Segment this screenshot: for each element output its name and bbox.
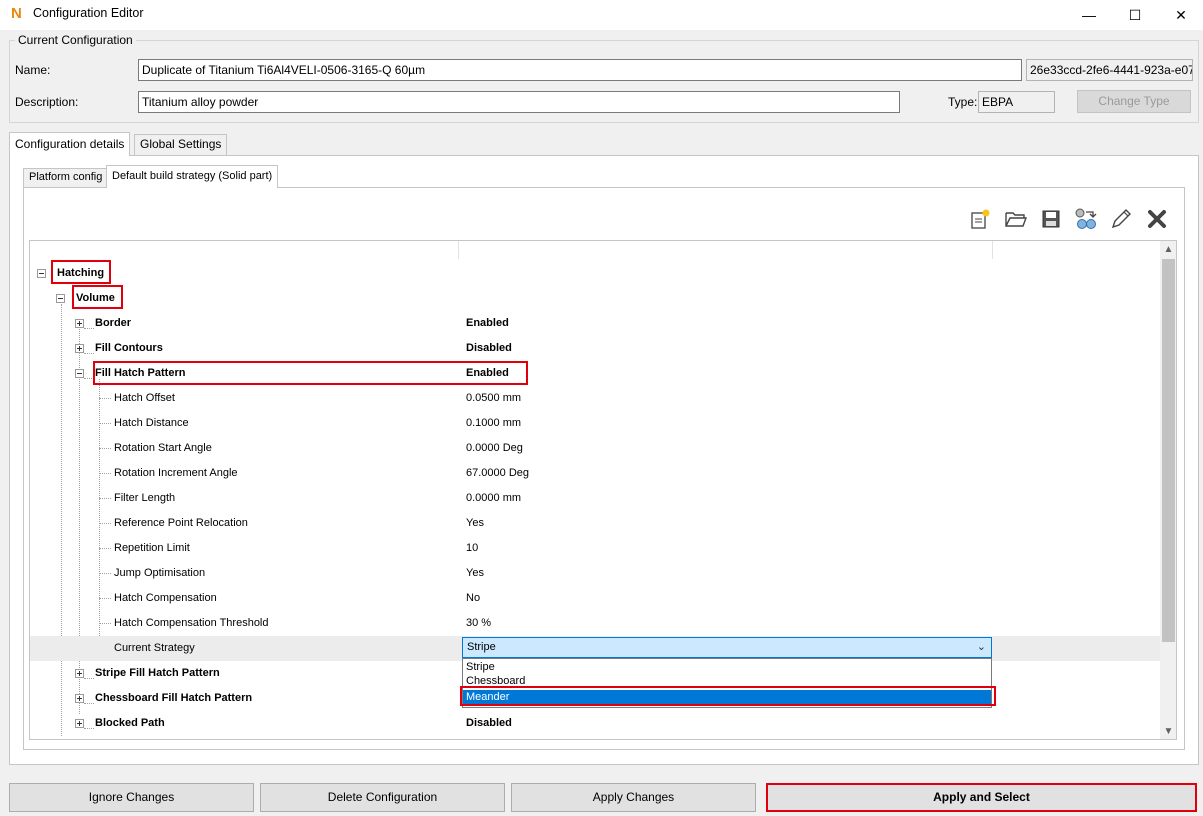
column-divider: [458, 241, 459, 259]
apply-changes-button[interactable]: Apply Changes: [511, 783, 756, 812]
highlight-box: [93, 361, 528, 385]
minimize-button[interactable]: —: [1066, 0, 1112, 30]
collapse-icon[interactable]: [37, 269, 46, 278]
tree-row-hatch-distance[interactable]: Hatch Distance 0.1000 mm: [30, 411, 1160, 436]
type-field: EBPA: [978, 91, 1055, 113]
scroll-down-icon[interactable]: ▼: [1160, 723, 1176, 739]
scroll-thumb[interactable]: [1162, 259, 1175, 642]
tree-row-hatching[interactable]: Hatching: [30, 261, 1160, 286]
tree-label: Reference Point Relocation: [114, 517, 248, 529]
tree-label: Rotation Increment Angle: [114, 467, 238, 479]
scroll-up-icon[interactable]: ▲: [1160, 241, 1176, 258]
tree-label: Jump Optimisation: [114, 567, 206, 579]
tree-value: Yes: [466, 567, 484, 579]
open-folder-icon[interactable]: [1003, 206, 1029, 232]
column-divider: [992, 241, 993, 259]
highlight-box: [72, 285, 123, 309]
highlight-box: [460, 686, 996, 706]
tree-value: 67.0000 Deg: [466, 467, 529, 479]
tree-label: Rotation Start Angle: [114, 442, 212, 454]
name-label: Name:: [15, 63, 51, 77]
ignore-changes-button[interactable]: Ignore Changes: [9, 783, 254, 812]
edit-pencil-icon[interactable]: [1108, 206, 1134, 232]
tree-row-filter-length[interactable]: Filter Length 0.0000 mm: [30, 486, 1160, 511]
tree-row-volume[interactable]: Volume: [30, 286, 1160, 311]
apply-and-select-button[interactable]: Apply and Select: [766, 783, 1197, 812]
tree-label: Hatch Compensation: [114, 592, 217, 604]
tree-value: Enabled: [466, 317, 509, 329]
change-type-button[interactable]: Change Type: [1077, 90, 1191, 113]
tree-row-repetition-limit[interactable]: Repetition Limit 10: [30, 536, 1160, 561]
delete-configuration-button[interactable]: Delete Configuration: [260, 783, 505, 812]
tree-value: 10: [466, 542, 479, 554]
tab-global-settings[interactable]: Global Settings: [134, 134, 228, 155]
property-tree[interactable]: Hatching Volume Border Enabled Fill Cont…: [29, 240, 1177, 740]
tree-value: Yes: [466, 517, 484, 529]
tree-row-hatch-compensation[interactable]: Hatch Compensation No: [30, 586, 1160, 611]
guid-field[interactable]: 26e33ccd-2fe6-4441-923a-e07c: [1026, 59, 1193, 81]
chevron-down-icon[interactable]: ⌄: [977, 640, 986, 653]
tree-label: Current Strategy: [114, 642, 195, 654]
tree-value: No: [466, 592, 481, 604]
tree-label: Filter Length: [114, 492, 176, 504]
expand-icon[interactable]: [75, 319, 84, 328]
tab-default-build-strategy[interactable]: Default build strategy (Solid part): [106, 165, 279, 188]
tree-label: Chessboard Fill Hatch Pattern: [95, 692, 253, 704]
expand-icon[interactable]: [75, 669, 84, 678]
tree-row-reference-point-relocation[interactable]: Reference Point Relocation Yes: [30, 511, 1160, 536]
save-icon[interactable]: [1038, 206, 1064, 232]
export-icon[interactable]: [1073, 206, 1099, 232]
tree-value: 0.1000 mm: [466, 417, 522, 429]
app-logo-icon: N: [11, 5, 22, 22]
tree-value: 0.0000 mm: [466, 492, 522, 504]
tree-label: Border: [95, 317, 132, 329]
tree-label: Stripe Fill Hatch Pattern: [95, 667, 220, 679]
collapse-icon[interactable]: [75, 369, 84, 378]
name-field[interactable]: Duplicate of Titanium Ti6Al4VELI-0506-31…: [138, 59, 1022, 81]
tree-row-hatch-compensation-threshold[interactable]: Hatch Compensation Threshold 30 %: [30, 611, 1160, 636]
tree-row-jump-optimisation[interactable]: Jump Optimisation Yes: [30, 561, 1160, 586]
type-label: Type:: [948, 95, 978, 109]
title-bar: N Configuration Editor — ☐ ✕: [0, 0, 1203, 30]
expand-icon[interactable]: [75, 694, 84, 703]
tree-row-blocked-path[interactable]: Blocked Path Disabled: [30, 711, 1160, 736]
tree-value: 0.0000 Deg: [466, 442, 523, 454]
tree-row-rotation-start-angle[interactable]: Rotation Start Angle 0.0000 Deg: [30, 436, 1160, 461]
tab-platform-config[interactable]: Platform config: [23, 168, 109, 187]
tree-row-fill-contours[interactable]: Fill Contours Disabled: [30, 336, 1160, 361]
collapse-icon[interactable]: [56, 294, 65, 303]
expand-icon[interactable]: [75, 719, 84, 728]
combo-selected-value: Stripe: [467, 641, 496, 653]
group-title: Current Configuration: [15, 33, 136, 47]
tree-row-rotation-increment-angle[interactable]: Rotation Increment Angle 67.0000 Deg: [30, 461, 1160, 486]
tree-label: Hatch Compensation Threshold: [114, 617, 269, 629]
close-window-button[interactable]: ✕: [1158, 0, 1203, 30]
description-field[interactable]: Titanium alloy powder: [138, 91, 900, 113]
tree-value: Disabled: [466, 342, 512, 354]
expand-icon[interactable]: [75, 344, 84, 353]
tree-row-hatch-offset[interactable]: Hatch Offset 0.0500 mm: [30, 386, 1160, 411]
tree-value: 0.0500 mm: [466, 392, 522, 404]
highlight-box: [51, 260, 111, 284]
window-title: Configuration Editor: [33, 6, 144, 20]
tree-label: Hatch Offset: [114, 392, 175, 404]
delete-x-icon[interactable]: [1144, 206, 1170, 232]
tree-label: Repetition Limit: [114, 542, 190, 554]
description-label: Description:: [15, 95, 79, 109]
tree-label: Hatch Distance: [114, 417, 189, 429]
dropdown-option-stripe[interactable]: Stripe: [463, 660, 991, 674]
tree-label: Fill Contours: [95, 342, 163, 354]
tab-configuration-details[interactable]: Configuration details: [9, 132, 131, 156]
new-file-icon[interactable]: [967, 206, 993, 232]
maximize-button[interactable]: ☐: [1112, 0, 1158, 30]
tree-value: Disabled: [466, 717, 512, 729]
vertical-scrollbar[interactable]: ▲ ▼: [1160, 241, 1176, 739]
tree-value: 30 %: [466, 617, 492, 629]
current-strategy-combo[interactable]: Stripe ⌄: [462, 637, 992, 658]
tree-row-border[interactable]: Border Enabled: [30, 311, 1160, 336]
tree-label: Blocked Path: [95, 717, 165, 729]
